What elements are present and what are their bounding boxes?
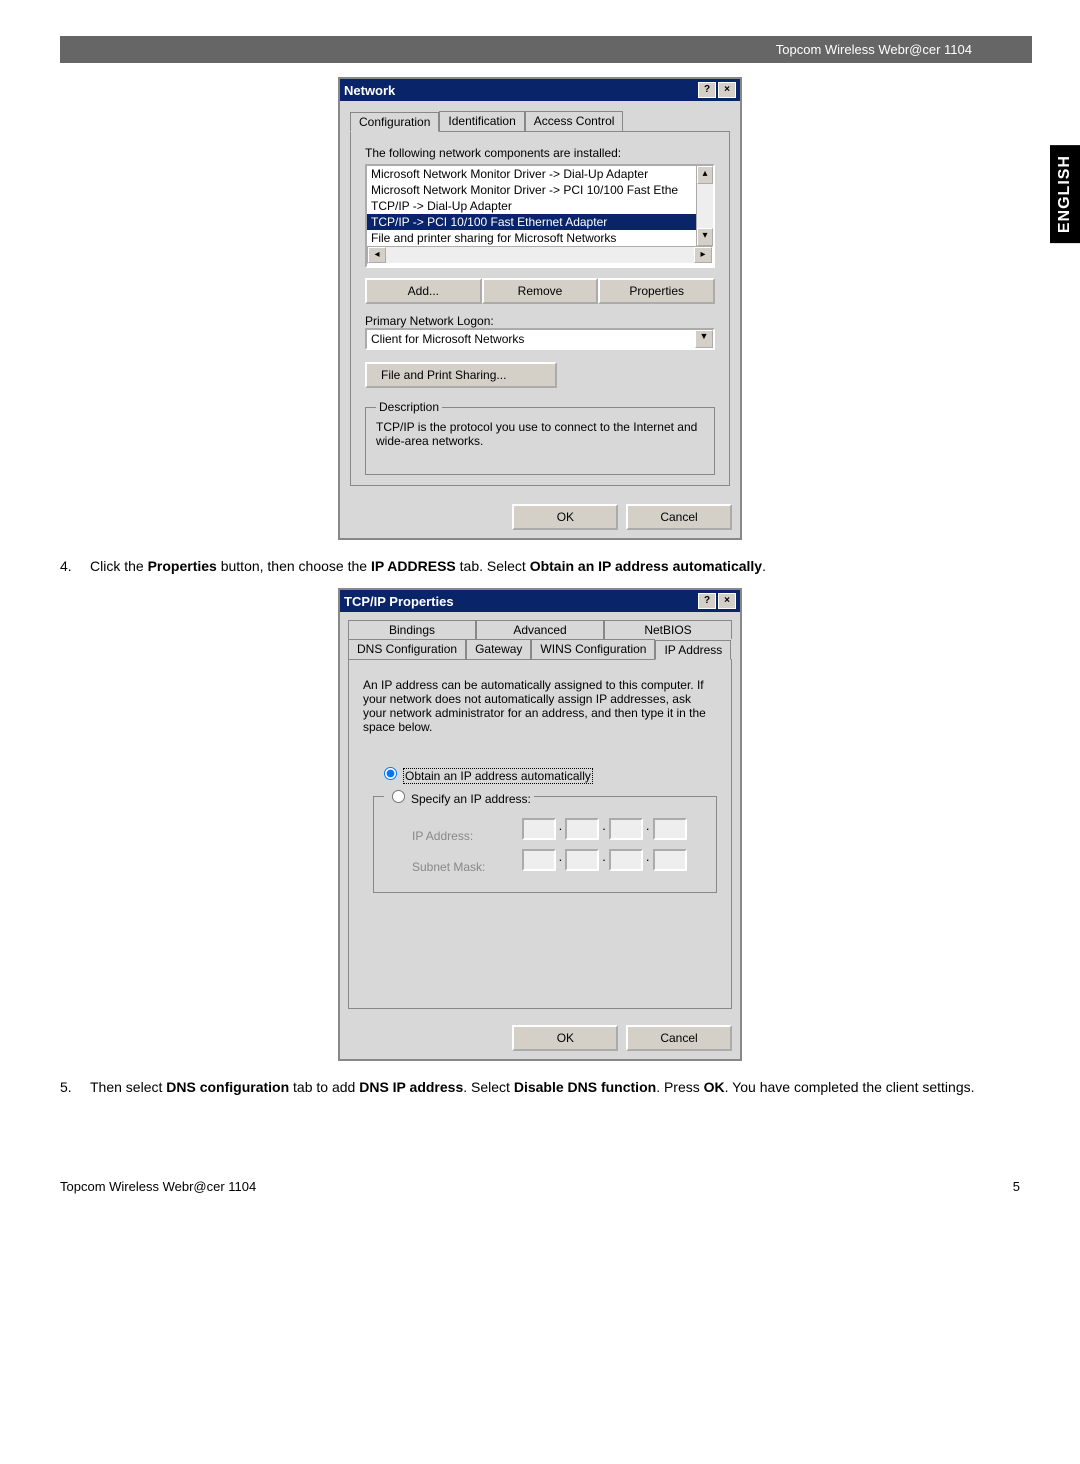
network-title: Network <box>344 83 696 98</box>
ip-address-field[interactable]: . . . <box>522 818 687 840</box>
tcpip-titlebar: TCP/IP Properties ? × <box>340 590 740 612</box>
step-text: Click the Properties button, then choose… <box>90 558 1020 574</box>
step-4: 4. Click the Properties button, then cho… <box>60 558 1020 574</box>
language-side-tab: ENGLISH <box>1050 145 1080 243</box>
properties-button[interactable]: Properties <box>598 278 715 304</box>
footer-product-name: Topcom Wireless Webr@cer 1104 <box>60 1179 256 1194</box>
list-item-selected[interactable]: TCP/IP -> PCI 10/100 Fast Ethernet Adapt… <box>367 214 696 230</box>
ip-octet[interactable] <box>522 818 556 840</box>
vertical-scrollbar[interactable]: ▴ ▾ <box>696 166 713 246</box>
ip-octet[interactable] <box>522 849 556 871</box>
scroll-track[interactable] <box>697 184 713 228</box>
page-number: 5 <box>1013 1179 1020 1194</box>
close-button[interactable]: × <box>718 82 736 98</box>
description-group: Description TCP/IP is the protocol you u… <box>365 400 715 475</box>
list-item[interactable]: TCP/IP -> Dial-Up Adapter <box>367 198 696 214</box>
tcpip-dialog: TCP/IP Properties ? × Bindings Advanced … <box>338 588 742 1061</box>
file-print-sharing-button[interactable]: File and Print Sharing... <box>365 362 557 388</box>
tab-identification[interactable]: Identification <box>439 111 524 131</box>
language-label: ENGLISH <box>1056 155 1073 233</box>
tab-access-control[interactable]: Access Control <box>525 111 624 131</box>
radio-specify-input[interactable] <box>392 790 405 803</box>
list-item[interactable]: File and printer sharing for Microsoft N… <box>367 230 696 246</box>
ip-octet[interactable] <box>609 818 643 840</box>
page-header: Topcom Wireless Webr@cer 1104 <box>60 36 1032 63</box>
tab-configuration[interactable]: Configuration <box>350 112 439 132</box>
description-text: TCP/IP is the protocol you use to connec… <box>376 420 704 448</box>
network-components-label: The following network components are ins… <box>365 146 715 160</box>
scroll-up-icon[interactable]: ▴ <box>697 166 713 184</box>
step-text: Then select DNS configuration tab to add… <box>90 1079 1020 1095</box>
primary-logon-select[interactable]: Client for Microsoft Networks ▼ <box>365 328 715 350</box>
radio-obtain-auto[interactable]: Obtain an IP address automatically <box>379 764 717 783</box>
page-footer: Topcom Wireless Webr@cer 1104 5 <box>0 1159 1080 1224</box>
ip-explain-text: An IP address can be automatically assig… <box>363 678 717 734</box>
ok-button[interactable]: OK <box>512 1025 618 1051</box>
tab-ip-address[interactable]: IP Address <box>655 640 731 660</box>
list-item[interactable]: Microsoft Network Monitor Driver -> PCI … <box>367 182 696 198</box>
list-item[interactable]: Microsoft Network Monitor Driver -> Dial… <box>367 166 696 182</box>
header-product-name: Topcom Wireless Webr@cer 1104 <box>776 42 972 57</box>
tab-netbios[interactable]: NetBIOS <box>604 620 732 639</box>
horizontal-scrollbar[interactable]: ◂ ▸ <box>367 246 713 264</box>
primary-logon-value: Client for Microsoft Networks <box>367 330 695 348</box>
radio-specify[interactable]: Specify an IP address: <box>384 787 534 806</box>
remove-button[interactable]: Remove <box>482 278 599 304</box>
ok-button[interactable]: OK <box>512 504 618 530</box>
tab-advanced[interactable]: Advanced <box>476 620 604 639</box>
tcpip-title: TCP/IP Properties <box>344 594 696 609</box>
add-button[interactable]: Add... <box>365 278 482 304</box>
scroll-left-icon[interactable]: ◂ <box>368 247 386 263</box>
ip-octet[interactable] <box>653 849 687 871</box>
cancel-button[interactable]: Cancel <box>626 504 732 530</box>
description-legend: Description <box>376 400 442 414</box>
chevron-down-icon[interactable]: ▼ <box>695 330 713 348</box>
help-button[interactable]: ? <box>698 593 716 609</box>
ip-octet[interactable] <box>653 818 687 840</box>
radio-obtain-auto-label: Obtain an IP address automatically <box>403 768 593 784</box>
help-button[interactable]: ? <box>698 82 716 98</box>
close-button[interactable]: × <box>718 593 736 609</box>
tab-dns-configuration[interactable]: DNS Configuration <box>348 639 466 659</box>
ip-octet[interactable] <box>565 849 599 871</box>
subnet-mask-label: Subnet Mask: <box>412 860 512 874</box>
network-dialog: Network ? × Configuration Identification… <box>338 77 742 540</box>
scroll-right-icon[interactable]: ▸ <box>694 247 712 263</box>
tab-gateway[interactable]: Gateway <box>466 639 531 659</box>
subnet-mask-field[interactable]: . . . <box>522 849 687 871</box>
ip-octet[interactable] <box>609 849 643 871</box>
step-number: 5. <box>60 1079 90 1095</box>
tab-wins-configuration[interactable]: WINS Configuration <box>531 639 655 659</box>
network-titlebar: Network ? × <box>340 79 740 101</box>
cancel-button[interactable]: Cancel <box>626 1025 732 1051</box>
network-tabs: Configuration Identification Access Cont… <box>350 111 730 132</box>
network-components-list[interactable]: Microsoft Network Monitor Driver -> Dial… <box>365 164 715 268</box>
step-number: 4. <box>60 558 90 574</box>
primary-logon-label: Primary Network Logon: <box>365 314 715 328</box>
radio-obtain-auto-input[interactable] <box>384 767 397 780</box>
scroll-down-icon[interactable]: ▾ <box>697 228 713 246</box>
step-5: 5. Then select DNS configuration tab to … <box>60 1079 1020 1095</box>
scroll-track-h[interactable] <box>386 247 694 263</box>
ip-address-label: IP Address: <box>412 829 512 843</box>
tab-bindings[interactable]: Bindings <box>348 620 476 639</box>
ip-octet[interactable] <box>565 818 599 840</box>
radio-specify-label: Specify an IP address: <box>411 792 531 806</box>
